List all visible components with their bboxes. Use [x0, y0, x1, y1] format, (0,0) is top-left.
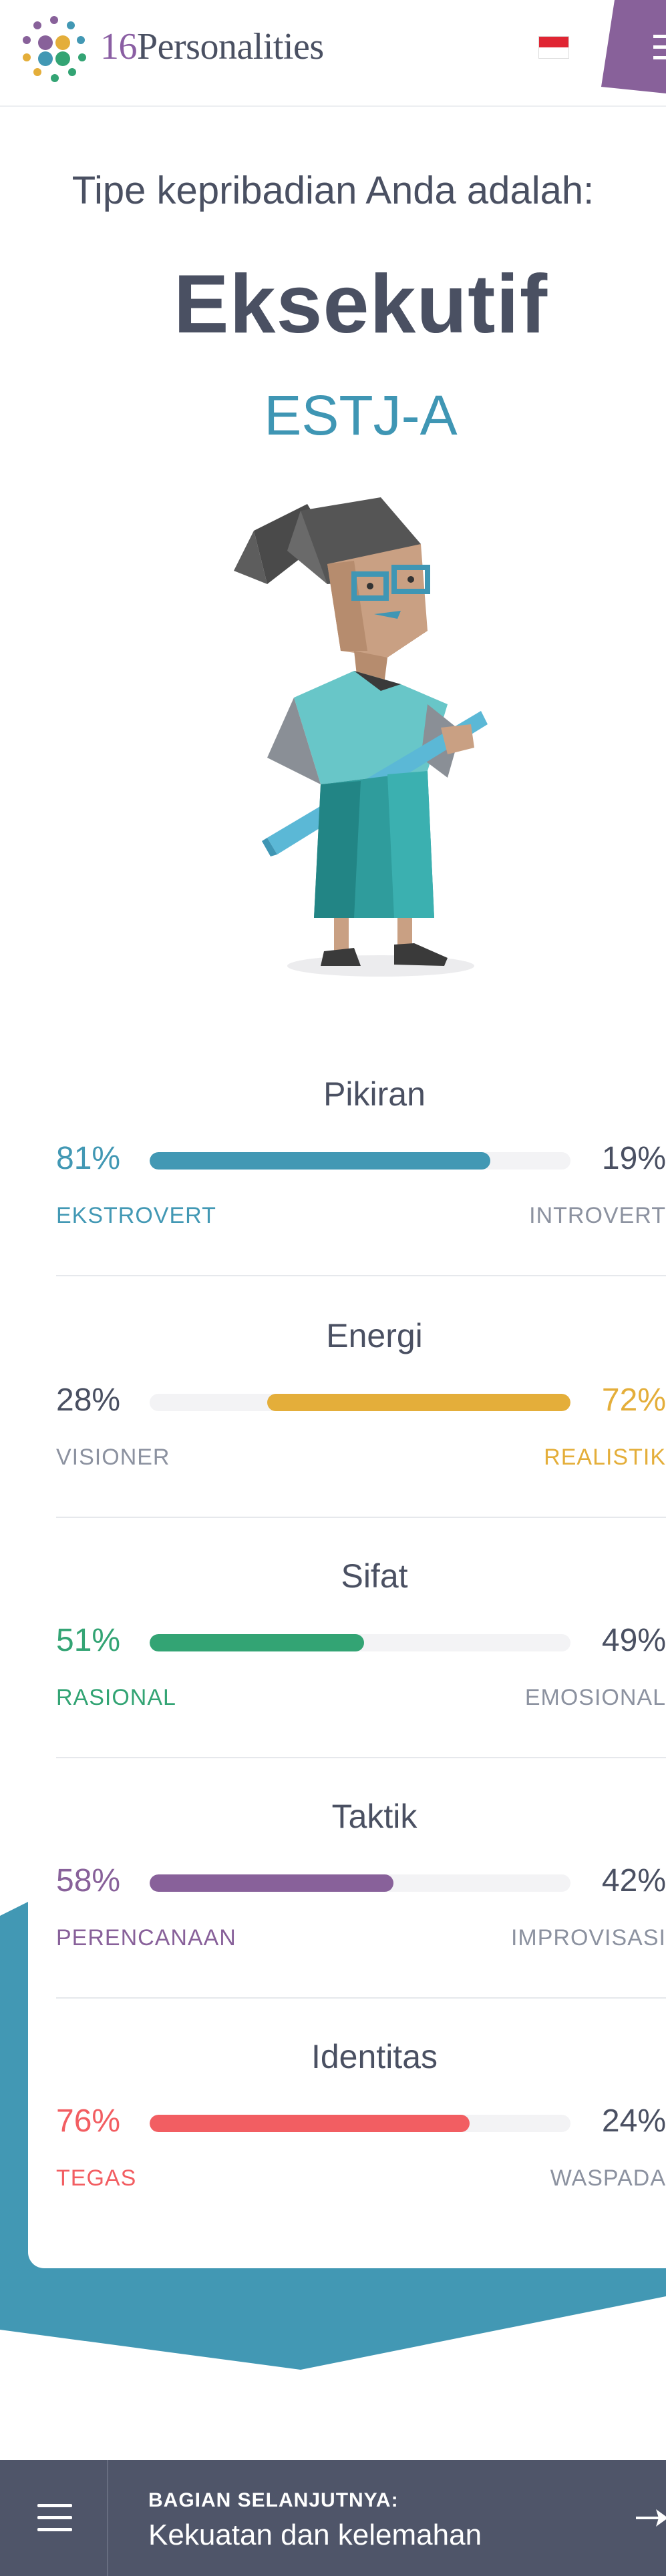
menu-button[interactable] — [601, 0, 666, 97]
trait-row-taktik: Taktik 58% 42% PERENCANAAN IMPROVISASI — [56, 1797, 666, 2011]
trait-bar — [150, 1634, 570, 1651]
trait-title: Pikiran — [323, 1075, 426, 1113]
next-section-link[interactable]: Kekuatan dan kelemahan — [148, 2519, 482, 2552]
trait-title: Sifat — [341, 1557, 408, 1595]
trait-divider — [56, 1517, 666, 1518]
trait-row-identitas: Identitas 76% 24% TEGAS WASPADA — [56, 2037, 666, 2251]
bottom-menu-button[interactable] — [0, 2460, 108, 2576]
personality-type-code: ESTJ-A — [264, 384, 458, 447]
trait-right-percent: 19% — [601, 1141, 666, 1176]
trait-bar-fill — [267, 1394, 570, 1411]
trait-bar — [150, 1152, 570, 1170]
trait-left-percent: 51% — [56, 1623, 121, 1658]
site-header: 16Personalities — [0, 0, 666, 107]
language-flag-icon[interactable] — [538, 36, 569, 59]
trait-right-label: REALISTIK — [544, 1445, 666, 1470]
trait-right-percent: 24% — [601, 2103, 666, 2139]
trait-bar — [150, 1394, 570, 1411]
trait-left-label: VISIONER — [56, 1445, 170, 1470]
next-section-label: BAGIAN SELANJUTNYA: — [148, 2489, 399, 2511]
trait-row-pikiran: Pikiran 81% 19% EKSTROVERT INTROVERT — [56, 1075, 666, 1288]
trait-bar-fill — [150, 1152, 491, 1170]
trait-right-percent: 72% — [601, 1382, 666, 1418]
trait-left-percent: 76% — [56, 2103, 121, 2139]
trait-divider — [56, 1757, 666, 1758]
trait-right-label: WASPADA — [550, 2165, 666, 2191]
trait-row-sifat: Sifat 51% 49% RASIONAL EMOSIONAL — [56, 1557, 666, 1770]
bottom-navigation: BAGIAN SELANJUTNYA: Kekuatan dan kelemah… — [0, 2460, 666, 2576]
trait-bar — [150, 1874, 570, 1892]
trait-right-label: IMPROVISASI — [510, 1925, 666, 1951]
brand-wordmark[interactable]: 16Personalities — [100, 25, 324, 68]
logo-icon[interactable] — [17, 12, 91, 85]
brand-number: 16 — [100, 26, 138, 67]
trait-bar — [150, 2115, 570, 2132]
trait-left-percent: 28% — [56, 1382, 121, 1418]
trait-left-label: TEGAS — [56, 2165, 137, 2191]
trait-divider — [56, 1275, 666, 1276]
arrow-right-icon[interactable] — [636, 2509, 666, 2527]
trait-left-label: PERENCANAAN — [56, 1925, 236, 1951]
trait-title: Energi — [326, 1317, 423, 1354]
trait-left-label: EKSTROVERT — [56, 1203, 216, 1228]
trait-title: Identitas — [311, 2038, 438, 2075]
trait-right-label: EMOSIONAL — [524, 1685, 666, 1710]
result-intro: Tipe kepribadian Anda adalah: — [71, 169, 595, 212]
trait-left-percent: 58% — [56, 1863, 121, 1898]
trait-row-energi: Energi 28% 72% VISIONER REALISTIK — [56, 1316, 666, 1530]
trait-left-label: RASIONAL — [56, 1685, 176, 1710]
trait-left-percent: 81% — [56, 1141, 121, 1176]
trait-bar-fill — [150, 2115, 470, 2132]
trait-right-percent: 42% — [601, 1863, 666, 1898]
trait-divider — [56, 1997, 666, 1999]
trait-bar-fill — [150, 1874, 394, 1892]
trait-bar-fill — [150, 1634, 365, 1651]
trait-right-percent: 49% — [601, 1623, 666, 1658]
character-illustration — [234, 497, 488, 977]
personality-type-name: Eksekutif — [173, 258, 548, 350]
brand-text: Personalities — [137, 26, 324, 67]
trait-title: Taktik — [331, 1798, 418, 1835]
trait-right-label: INTROVERT — [529, 1203, 666, 1228]
